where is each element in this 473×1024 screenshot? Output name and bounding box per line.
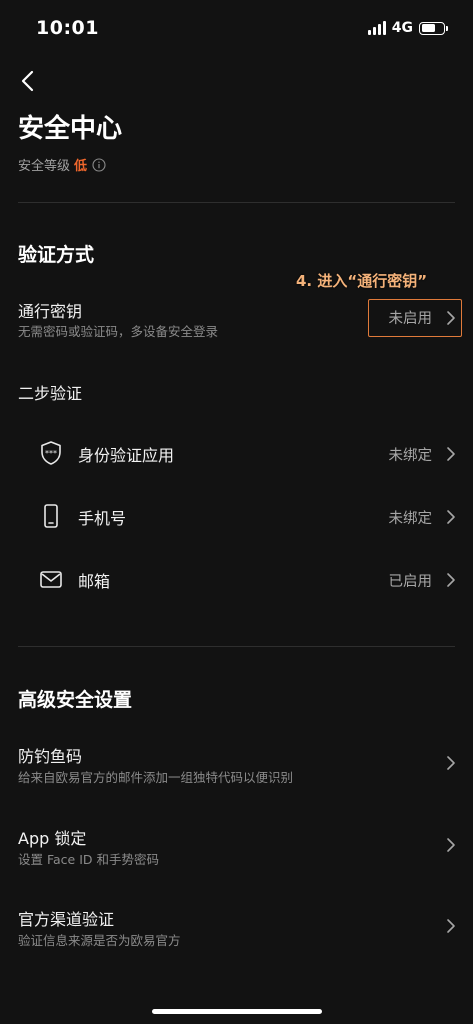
chevron-right-icon [447,838,455,852]
network-type: 4G [391,20,413,36]
info-icon[interactable] [92,157,106,172]
passkey-title: 通行密钥 [18,302,83,321]
divider [18,646,455,647]
two-step-item-label: 身份验证应用 [78,446,175,465]
back-button[interactable] [14,66,44,96]
two-step-item-label: 邮箱 [78,572,111,591]
chevron-right-icon [447,510,455,524]
advanced-item-title: 防钓鱼码 [18,747,83,766]
chevron-right-icon [447,311,455,325]
passkey-status: 未启用 [388,311,433,327]
tutorial-annotation: 4. 进入“通行密钥” [296,272,428,290]
chevron-right-icon [447,756,455,770]
section-title-verify: 验证方式 [18,244,95,266]
divider [18,202,455,203]
shield-icon: *** [41,441,61,465]
security-level-value: 低 [74,159,88,174]
passkey-subtitle: 无需密码或验证码，多设备安全登录 [18,324,219,339]
status-time: 10:01 [36,17,99,39]
status-bar: 10:01 4G [0,0,473,56]
two-step-title: 二步验证 [18,384,83,403]
two-step-item-status: 未绑定 [388,448,433,464]
advanced-item-subtitle: 设置 Face ID 和手势密码 [18,852,159,867]
phone-icon [44,504,58,528]
battery-icon [419,21,448,35]
status-icons: 4G [367,20,448,36]
chevron-left-icon [21,70,34,92]
two-step-item-status: 未绑定 [388,511,433,527]
mail-icon [40,571,62,588]
two-step-item-label: 手机号 [78,509,127,528]
chevron-right-icon [447,573,455,587]
page-title: 安全中心 [18,114,123,144]
two-step-item-status: 已启用 [388,574,433,590]
advanced-item-title: App 锁定 [18,829,87,848]
advanced-item-subtitle: 验证信息来源是否为欧易官方 [18,933,181,948]
chevron-right-icon [447,447,455,461]
security-level-label: 安全等级 [18,159,71,174]
advanced-item-title: 官方渠道验证 [18,910,115,929]
chevron-right-icon [447,919,455,933]
home-indicator[interactable] [152,1009,322,1014]
advanced-item-subtitle: 给来自欧易官方的邮件添加一组独特代码以便识别 [18,770,294,785]
signal-icon [367,21,386,35]
security-level: 安全等级 低 [18,155,106,174]
section-title-advanced: 高级安全设置 [18,689,133,711]
svg-text:***: *** [45,449,57,458]
